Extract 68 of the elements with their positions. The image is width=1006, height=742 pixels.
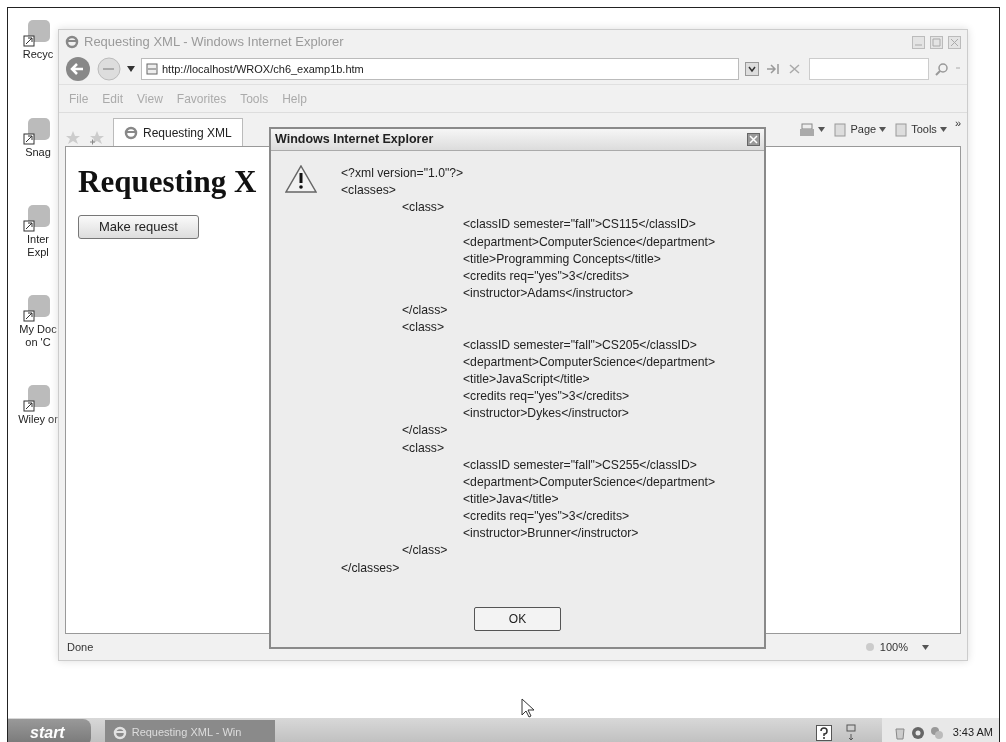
xml-line: <classID semester="fall">CS205</classID>	[462, 336, 698, 354]
window-title: Requesting XML - Windows Internet Explorer	[84, 33, 344, 52]
window-icon[interactable]	[845, 723, 856, 742]
forward-button-icon[interactable]	[97, 57, 121, 81]
status-text: Done	[67, 639, 94, 655]
icon-label: Inter	[27, 233, 49, 246]
back-button-icon[interactable]	[65, 56, 91, 82]
xml-line: <department>ComputerScience</department>	[462, 353, 716, 371]
xml-line: <instructor>Adams</instructor>	[462, 285, 635, 303]
xml-line: </class>	[401, 302, 449, 320]
dropdown-icon[interactable]	[745, 62, 759, 76]
add-favorite-icon[interactable]	[89, 130, 105, 146]
xml-line: </class>	[401, 422, 449, 440]
xml-line: <instructor>Brunner</instructor>	[462, 525, 640, 543]
xml-line: <title>Java</title>	[462, 490, 560, 508]
xml-line: <classes>	[341, 182, 397, 200]
trash-icon[interactable]	[893, 725, 906, 740]
maximize-icon[interactable]	[930, 35, 943, 49]
xml-line: <credits req="yes">3</credits>	[462, 388, 631, 406]
address-text: http://localhost/WROX/ch6_examp1b.htm	[162, 61, 364, 77]
xml-line: <title>Programming Concepts</title>	[462, 250, 662, 268]
more-button[interactable]: »	[954, 115, 961, 132]
mouse-pointer-icon	[521, 698, 535, 718]
icon-label: My Doc	[19, 323, 57, 336]
caret-icon[interactable]	[818, 127, 826, 132]
close-icon[interactable]	[747, 133, 760, 146]
xml-line: <department>ComputerScience</department>	[462, 473, 716, 491]
address-field[interactable]: http://localhost/WROX/ch6_examp1b.htm	[141, 58, 739, 80]
xml-line: </classes>	[341, 559, 401, 577]
xml-line: <instructor>Dykes</instructor>	[462, 405, 630, 423]
xml-line: <classID semester="fall">CS255</classID>	[462, 456, 698, 474]
page-icon	[146, 63, 158, 75]
caret-icon	[879, 127, 887, 132]
xml-line: <credits req="yes">3</credits>	[462, 508, 631, 526]
xml-line: </class>	[401, 542, 449, 560]
icon-label: Wiley or	[18, 413, 58, 426]
star-icon[interactable]	[65, 130, 81, 146]
warning-icon	[285, 165, 317, 193]
minimize-icon[interactable]	[912, 35, 925, 49]
xml-line: <class>	[401, 439, 445, 457]
zoom-level[interactable]: 100%	[879, 638, 908, 656]
ok-button[interactable]: OK	[473, 607, 562, 631]
page-heading: Requesting X	[78, 163, 257, 201]
xml-line: <classID semester="fall">CS115</classID>	[462, 216, 697, 234]
icon-label: on 'C	[25, 336, 51, 349]
icon-label: Recyc	[22, 48, 54, 61]
xml-line: <credits req="yes">3</credits>	[462, 267, 631, 285]
caret-icon[interactable]	[922, 644, 929, 650]
xml-line: <?xml version="1.0"?>	[341, 165, 465, 182]
icon-label: Expl	[27, 246, 49, 259]
start-button[interactable]: start	[8, 719, 91, 742]
caret-icon	[939, 127, 947, 132]
page-menu-button[interactable]: Page	[833, 121, 887, 138]
xml-line: <title>JavaScript</title>	[462, 370, 591, 388]
caret-icon[interactable]	[127, 66, 135, 72]
clock-time: 3:43 AM	[952, 725, 993, 741]
xml-line: <department>ComputerScience</department>	[462, 233, 716, 251]
xml-line: <class>	[401, 319, 445, 337]
dialog-title: Windows Internet Explorer	[275, 131, 435, 149]
search-icon[interactable]	[935, 62, 949, 76]
help-icon[interactable]	[815, 724, 832, 741]
tools-menu-button[interactable]: Tools	[894, 121, 947, 138]
page-icon	[833, 122, 848, 137]
search-field[interactable]	[809, 58, 929, 80]
icon-label: Snag	[25, 146, 51, 159]
xml-line: <class>	[401, 199, 445, 217]
make-request-button[interactable]: Make request	[78, 215, 199, 239]
browser-tab[interactable]: Requesting XML	[113, 118, 243, 146]
